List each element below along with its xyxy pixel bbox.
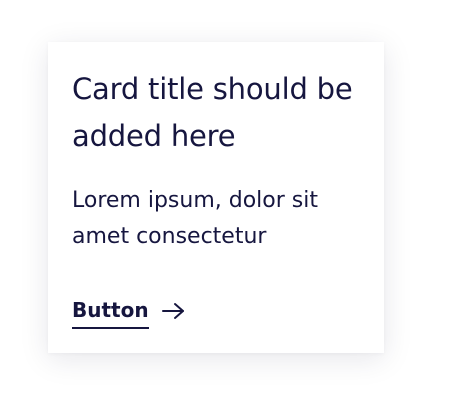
card-title: Card title should be added here <box>72 72 353 153</box>
card-button-label: Button <box>72 297 149 329</box>
card-body-text: Lorem ipsum, dolor sit amet consectetur <box>72 188 318 249</box>
arrow-right-icon <box>161 301 187 321</box>
card-button[interactable]: Button <box>72 297 187 329</box>
card: Card title should be added here Lorem ip… <box>48 42 384 353</box>
